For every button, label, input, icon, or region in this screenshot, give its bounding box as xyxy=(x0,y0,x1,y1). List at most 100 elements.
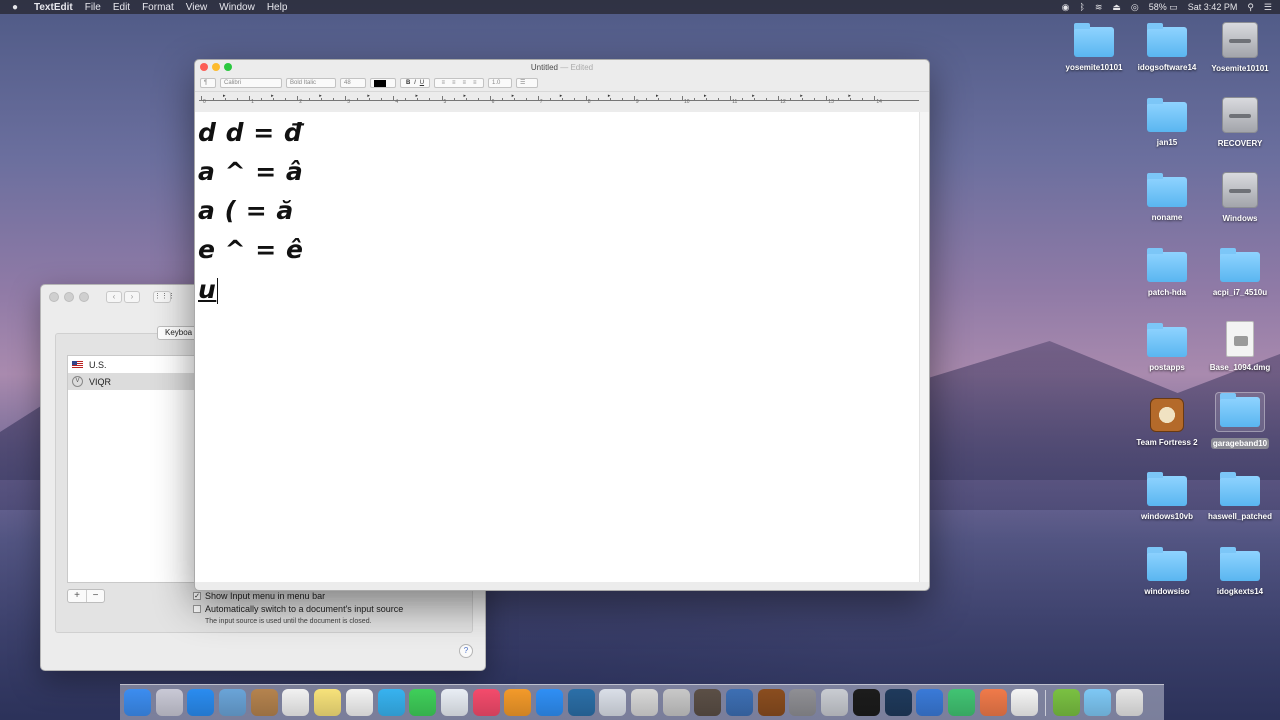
desktop-icon-noname[interactable]: noname xyxy=(1127,173,1207,222)
dock-automator-icon[interactable] xyxy=(631,689,658,716)
paragraph-style-popup[interactable]: ¶ xyxy=(200,78,216,88)
desktop-icon-windows[interactable]: Windows xyxy=(1200,172,1280,223)
dock-word-icon[interactable] xyxy=(916,689,944,716)
show-all-grid-icon[interactable]: ⋮⋮⋮ xyxy=(153,291,175,303)
dock-preview-icon[interactable] xyxy=(440,689,468,716)
close-button[interactable] xyxy=(49,292,59,302)
dock-imovie-icon[interactable] xyxy=(694,689,722,716)
bold-button[interactable]: B xyxy=(406,79,410,87)
desktop-icon-acpi[interactable]: acpi_i7_4510u xyxy=(1200,248,1280,297)
minimize-button[interactable] xyxy=(64,292,74,302)
font-style-popup[interactable]: Bold Italic xyxy=(286,78,336,88)
desktop-icon-windows10vb[interactable]: windows10vb xyxy=(1127,472,1207,521)
list-item[interactable]: V VIQR xyxy=(68,373,196,390)
dock-image-capture-icon[interactable] xyxy=(821,689,849,716)
dock-mail-icon[interactable] xyxy=(219,689,247,716)
apple-menu-icon[interactable]: ● xyxy=(12,2,28,13)
dock-trash-icon[interactable] xyxy=(1116,689,1143,716)
desktop-icon-haswell[interactable]: haswell_patched xyxy=(1200,472,1280,521)
desktop-icon-jan15[interactable]: jan15 xyxy=(1127,98,1207,147)
align-left-icon[interactable]: ≡ xyxy=(441,79,445,87)
tab-stop-icon[interactable]: ▸ xyxy=(800,93,803,99)
desktop-icon-yosemite10101[interactable]: yosemite10101 xyxy=(1054,23,1134,72)
zoom-button[interactable] xyxy=(79,292,89,302)
tab-stop-icon[interactable]: ▸ xyxy=(367,93,370,99)
text-color-well[interactable] xyxy=(370,78,396,88)
tab-stop-icon[interactable]: ▸ xyxy=(848,93,851,99)
desktop-icon-idogsoftware14[interactable]: idogsoftware14 xyxy=(1127,23,1207,72)
menu-window[interactable]: Window xyxy=(219,2,255,13)
align-right-icon[interactable]: ≡ xyxy=(462,79,466,87)
tab-stop-icon[interactable]: ▸ xyxy=(752,93,755,99)
list-style-icon[interactable]: ☰ xyxy=(516,78,538,88)
menu-view[interactable]: View xyxy=(186,2,208,13)
auto-switch-checkbox[interactable] xyxy=(193,605,201,613)
desktop-icon-base-dmg[interactable]: Base_1094.dmg xyxy=(1200,321,1280,372)
dock-downloads-icon[interactable] xyxy=(1084,689,1112,716)
clock[interactable]: Sat 3:42 PM xyxy=(1188,2,1238,12)
underline-button[interactable]: U xyxy=(420,79,424,87)
menu-edit[interactable]: Edit xyxy=(113,2,130,13)
dock-itunes-icon[interactable] xyxy=(472,689,500,716)
tab-stop-icon[interactable]: ▸ xyxy=(656,93,659,99)
menu-file[interactable]: File xyxy=(85,2,101,13)
back-chevron-icon[interactable]: ‹ xyxy=(106,291,122,303)
menu-format[interactable]: Format xyxy=(142,2,174,13)
desktop-icon-yosemite-drive[interactable]: Yosemite10101 xyxy=(1200,22,1280,73)
dock-paw-icon[interactable] xyxy=(979,689,1007,716)
desktop-icon-team-fortress[interactable]: Team Fortress 2 xyxy=(1127,398,1207,447)
dock-terminal-icon[interactable] xyxy=(852,689,880,716)
dock-app-store-icon[interactable] xyxy=(535,689,563,716)
align-center-icon[interactable]: ≡ xyxy=(452,79,456,87)
font-size-field[interactable]: 48 xyxy=(340,78,366,88)
desktop-icon-idogkexts14[interactable]: idogkexts14 xyxy=(1200,547,1280,596)
dock-activity-monitor-icon[interactable] xyxy=(884,689,912,716)
input-source-icon[interactable]: ◎ xyxy=(1131,2,1139,13)
spotlight-icon[interactable]: ⚲ xyxy=(1247,2,1254,13)
dock-bullet-icon[interactable] xyxy=(947,689,975,716)
tab-stop-icon[interactable]: ▸ xyxy=(464,93,467,99)
dock-team-fortress-2-icon[interactable] xyxy=(757,689,785,716)
desktop-icon-windowsiso[interactable]: windowsiso xyxy=(1127,547,1207,596)
forward-chevron-icon[interactable]: › xyxy=(124,291,140,303)
dock-xcode-icon[interactable] xyxy=(599,689,627,716)
add-source-button[interactable]: + xyxy=(68,590,86,602)
show-input-menu-checkbox[interactable]: ✓ xyxy=(193,592,201,600)
battery-status[interactable]: 58% ▭ xyxy=(1149,2,1178,13)
ruler[interactable]: 0 ▸ 1 ▸ 2 ▸ 3 ▸ 4 ▸ 5 ▸ 6 ▸ 7 ▸ 8 ▸ 9 ▸ 10 ▸ 11 ▸ 12 ▸ 13 ▸ 14 xyxy=(195,91,929,105)
dock-script-editor-icon[interactable] xyxy=(662,689,690,716)
font-family-popup[interactable]: Calibri xyxy=(220,78,282,88)
tab-stop-icon[interactable]: ▸ xyxy=(415,93,418,99)
tab-stop-icon[interactable]: ▸ xyxy=(608,93,611,99)
desktop-icon-garageband10[interactable]: garageband10 xyxy=(1200,392,1280,451)
dock-paper-icon[interactable] xyxy=(1011,689,1039,716)
list-item[interactable]: U.S. xyxy=(68,356,196,373)
tab-stop-icon[interactable]: ▸ xyxy=(271,93,274,99)
help-button[interactable]: ? xyxy=(459,644,473,658)
dock-facetime-icon[interactable] xyxy=(409,689,437,716)
dock-android-icon[interactable] xyxy=(1052,689,1080,716)
wifi-icon[interactable]: ≋ xyxy=(1095,2,1103,13)
notification-center-icon[interactable]: ☰ xyxy=(1264,2,1272,13)
justify-icon[interactable]: ≡ xyxy=(473,79,477,87)
dock-notes-icon[interactable] xyxy=(314,689,342,716)
dock-system-preferences-icon[interactable] xyxy=(789,689,817,716)
tab-stop-icon[interactable]: ▸ xyxy=(223,93,226,99)
dock-messages-icon[interactable] xyxy=(377,689,405,716)
tab-stop-icon[interactable]: ▸ xyxy=(560,93,563,99)
dock-safari-icon[interactable] xyxy=(187,689,215,716)
vertical-scrollbar[interactable] xyxy=(919,112,929,582)
dock-launchpad-icon[interactable] xyxy=(155,689,183,716)
italic-button[interactable]: I xyxy=(414,79,416,87)
dock-finder-icon[interactable] xyxy=(124,689,151,716)
document-text-area[interactable]: d d = đ a ^ = â a ( = ă e ^ = ê u xyxy=(195,112,921,582)
tab-stop-icon[interactable]: ▸ xyxy=(704,93,707,99)
remove-source-button[interactable]: − xyxy=(86,590,104,602)
dock-reminders-icon[interactable] xyxy=(345,689,373,716)
desktop-icon-patch-hda[interactable]: patch-hda xyxy=(1127,248,1207,297)
record-icon[interactable]: ◉ xyxy=(1062,2,1070,13)
tab-stop-icon[interactable]: ▸ xyxy=(512,93,515,99)
dock-calendar-icon[interactable] xyxy=(282,689,310,716)
dock-contacts-icon[interactable] xyxy=(250,689,278,716)
desktop-icon-recovery[interactable]: RECOVERY xyxy=(1200,97,1280,148)
